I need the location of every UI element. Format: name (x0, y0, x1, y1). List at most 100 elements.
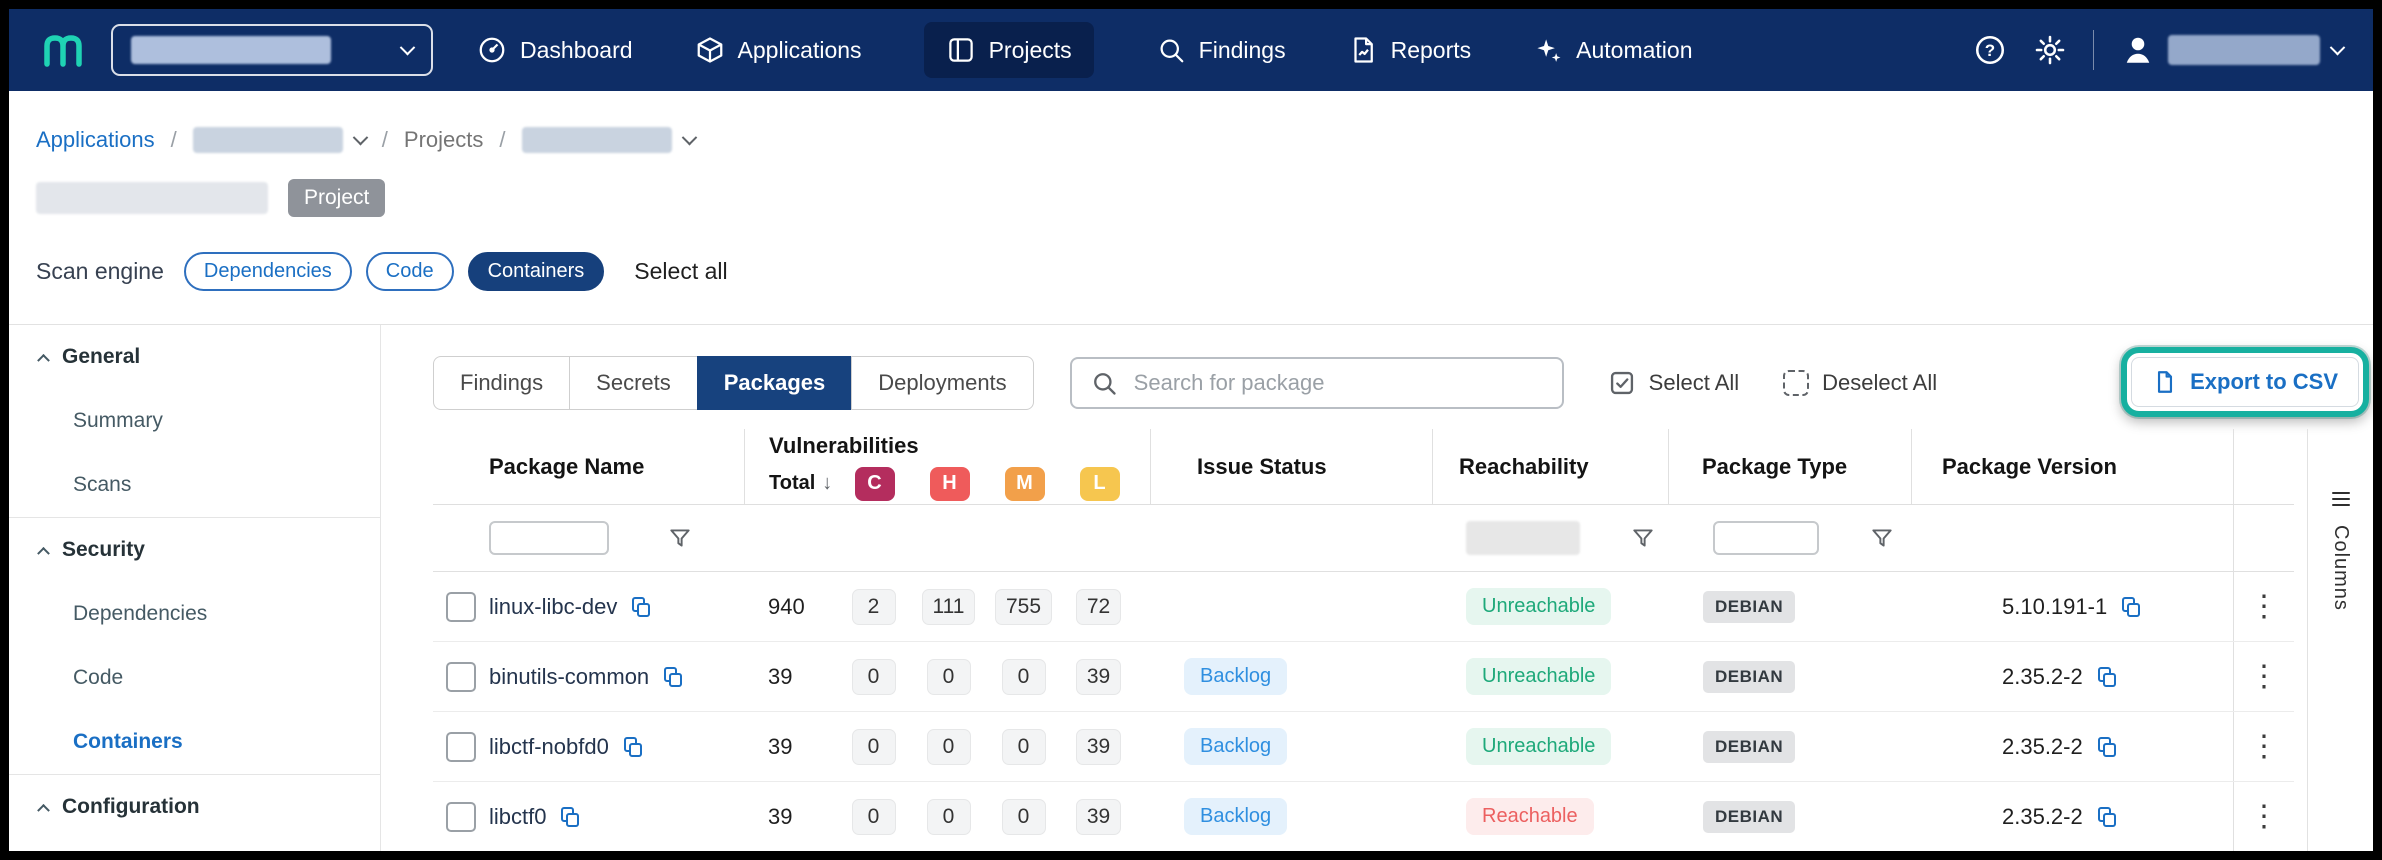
tab-secrets[interactable]: Secrets (569, 356, 698, 410)
nav-item-applications[interactable]: Applications (695, 35, 862, 65)
row-checkbox[interactable] (446, 732, 476, 762)
select-all-button[interactable]: Select All (1608, 369, 1740, 397)
filter-icon[interactable] (1630, 525, 1656, 551)
copy-icon[interactable] (558, 805, 582, 829)
package-type-filter-input[interactable] (1713, 521, 1819, 555)
tab-deployments[interactable]: Deployments (851, 356, 1033, 410)
column-header-issue-status: Issue Status (1150, 429, 1432, 504)
sidebar-item-code[interactable]: Code (9, 646, 380, 710)
sidebar-section-header-configuration[interactable]: Configuration (9, 775, 380, 839)
package-version: 2.35.2-2 (2002, 804, 2083, 830)
sidebar-section-label: Security (62, 538, 145, 562)
total-count: 39 (768, 734, 792, 760)
copy-icon[interactable] (661, 665, 685, 689)
total-label: Total (769, 472, 815, 495)
sidebar-item-dependencies[interactable]: Dependencies (9, 582, 380, 646)
breadcrumb-link-applications[interactable]: Applications (36, 127, 155, 153)
issue-status-pill: Backlog (1184, 798, 1287, 835)
package-name-filter-cell (489, 505, 744, 571)
column-header-package-type: Package Type (1668, 429, 1911, 504)
copy-icon[interactable] (2095, 665, 2119, 689)
nav-item-dashboard[interactable]: Dashboard (477, 35, 633, 65)
copy-icon[interactable] (629, 595, 653, 619)
scan-engine-pill-dependencies[interactable]: Dependencies (184, 252, 352, 291)
kebab-menu-icon[interactable]: ⋮ (2249, 662, 2279, 692)
copy-icon[interactable] (2095, 805, 2119, 829)
row-checkbox[interactable] (446, 662, 476, 692)
chevron-down-icon (352, 129, 368, 145)
package-type-badge: DEBIAN (1703, 661, 1795, 693)
package-type-badge: DEBIAN (1703, 731, 1795, 763)
copy-icon[interactable] (621, 735, 645, 759)
brand-logo[interactable] (39, 29, 85, 71)
packages-table: Package Name Vulnerabilities Total ↓ C H… (433, 429, 2294, 852)
reports-icon (1348, 35, 1378, 65)
nav-item-findings[interactable]: Findings (1156, 35, 1286, 65)
column-header-total-sort[interactable]: Total ↓ (745, 472, 837, 495)
columns-icon (2329, 487, 2353, 511)
table-header-row: Package Name Vulnerabilities Total ↓ C H… (433, 429, 2294, 505)
kebab-menu-icon[interactable]: ⋮ (2249, 732, 2279, 762)
application-selector[interactable] (193, 127, 366, 153)
critical-count: 2 (852, 589, 896, 625)
reachability-filter-input-redacted[interactable] (1466, 521, 1580, 555)
top-navbar: Dashboard Applications Projects Findings… (9, 9, 2373, 91)
vulnerabilities-group-label: Vulnerabilities (745, 433, 1150, 459)
sidebar: General Summary Scans Security Dependenc… (9, 325, 381, 851)
medium-count: 755 (995, 589, 1052, 625)
sidebar-item-scans[interactable]: Scans (9, 453, 380, 517)
sidebar-section-header-general[interactable]: General (9, 325, 380, 389)
package-name-filter-input[interactable] (489, 521, 609, 555)
user-menu[interactable] (2120, 32, 2343, 68)
severity-badge-critical: C (855, 467, 895, 501)
copy-icon[interactable] (2095, 735, 2119, 759)
help-icon[interactable]: ? (1973, 33, 2007, 67)
chevron-up-icon (37, 803, 50, 816)
chevron-down-icon (681, 129, 697, 145)
organization-select[interactable] (111, 24, 433, 76)
deselect-all-button[interactable]: Deselect All (1783, 370, 1937, 396)
row-checkbox[interactable] (446, 802, 476, 832)
table-row: libctf-nobfd0 39 0 0 0 39 Backlog Unreac… (433, 712, 2294, 782)
findings-icon (1156, 35, 1186, 65)
export-csv-button[interactable]: Export to CSV (2131, 357, 2359, 407)
issue-status-pill: Backlog (1184, 658, 1287, 695)
sidebar-item-containers[interactable]: Containers (9, 710, 380, 774)
breadcrumb-separator: / (382, 127, 388, 153)
nav-label: Automation (1576, 37, 1692, 64)
reachability-pill: Unreachable (1466, 658, 1611, 695)
main-panel: Findings Secrets Packages Deployments Se… (381, 325, 2373, 851)
filter-icon[interactable] (1869, 525, 1895, 551)
nav-item-automation[interactable]: Automation (1533, 35, 1692, 65)
nav-label: Dashboard (520, 37, 633, 64)
tab-packages[interactable]: Packages (697, 356, 853, 410)
column-header-package-name: Package Name (489, 429, 744, 504)
project-selector[interactable] (522, 127, 695, 153)
nav-item-projects[interactable]: Projects (924, 22, 1094, 78)
severity-badge-low: L (1080, 467, 1120, 501)
mend-logo-icon (39, 29, 85, 71)
nav-label: Reports (1391, 37, 1472, 64)
columns-panel-toggle[interactable]: Columns (2307, 429, 2373, 851)
gear-icon[interactable] (2033, 33, 2067, 67)
reachability-pill: Unreachable (1466, 728, 1611, 765)
package-version: 5.10.191-1 (2002, 594, 2107, 620)
kebab-menu-icon[interactable]: ⋮ (2249, 802, 2279, 832)
column-header-reachability: Reachability (1432, 429, 1668, 504)
search-input[interactable] (1134, 370, 1544, 396)
sidebar-section-header-security[interactable]: Security (9, 518, 380, 582)
column-header-vulnerabilities: Vulnerabilities Total ↓ C H M L (744, 429, 1150, 504)
kebab-menu-icon[interactable]: ⋮ (2249, 592, 2279, 622)
tab-findings[interactable]: Findings (433, 356, 570, 410)
scan-engine-pill-containers[interactable]: Containers (468, 252, 605, 291)
chevron-down-icon (400, 39, 416, 55)
scan-engine-pill-code[interactable]: Code (366, 252, 454, 291)
select-all-engines[interactable]: Select all (634, 258, 727, 285)
package-version: 2.35.2-2 (2002, 664, 2083, 690)
filter-icon[interactable] (667, 525, 693, 551)
nav-item-reports[interactable]: Reports (1348, 35, 1472, 65)
row-checkbox[interactable] (446, 592, 476, 622)
sidebar-item-summary[interactable]: Summary (9, 389, 380, 453)
copy-icon[interactable] (2119, 595, 2143, 619)
select-all-label: Select All (1649, 370, 1740, 396)
